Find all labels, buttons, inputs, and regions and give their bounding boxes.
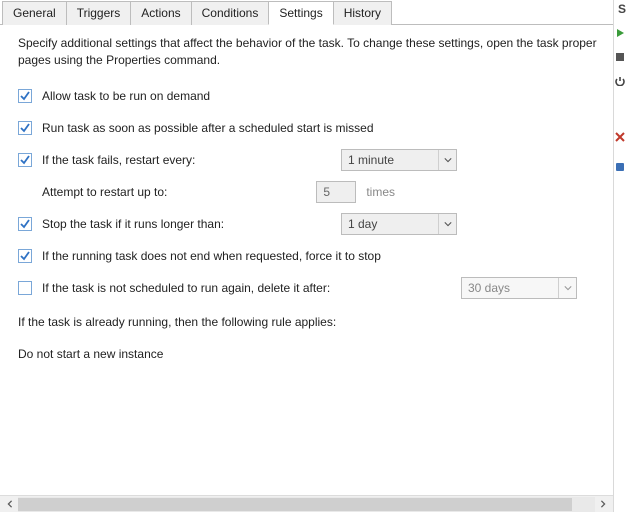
tab-actions[interactable]: Actions <box>130 1 191 25</box>
tab-settings[interactable]: Settings <box>268 1 333 25</box>
properties-icon[interactable] <box>614 160 626 174</box>
label-run-asap: Run task as soon as possible after a sch… <box>42 121 374 135</box>
tab-history[interactable]: History <box>333 1 392 25</box>
chevron-down-icon <box>438 150 456 170</box>
label-attempt: Attempt to restart up to: <box>42 185 167 199</box>
scroll-left-button[interactable] <box>2 497 18 512</box>
label-rule-value: Do not start a new instance <box>18 347 163 361</box>
label-restart-every: If the task fails, restart every: <box>42 153 195 167</box>
input-attempt-count[interactable]: 5 <box>316 181 356 203</box>
label-attempt-suffix: times <box>366 185 395 199</box>
cancel-icon[interactable] <box>614 130 626 144</box>
label-allow-demand: Allow task to be run on demand <box>42 89 210 103</box>
chevron-down-icon <box>438 214 456 234</box>
combo-restart-interval[interactable]: 1 minute <box>341 149 457 171</box>
scroll-right-button[interactable] <box>595 497 611 512</box>
settings-content: Specify additional settings that affect … <box>0 25 613 495</box>
checkbox-allow-demand[interactable] <box>18 89 32 103</box>
scroll-thumb[interactable] <box>18 498 572 511</box>
tab-conditions[interactable]: Conditions <box>191 1 270 25</box>
tab-general[interactable]: General <box>2 1 67 25</box>
chevron-down-icon <box>558 278 576 298</box>
label-stop-longer: Stop the task if it runs longer than: <box>42 217 224 231</box>
label-delete-after: If the task is not scheduled to run agai… <box>42 281 330 295</box>
intro-text: Specify additional settings that affect … <box>18 35 607 69</box>
right-strip: S <box>614 0 626 512</box>
combo-stop-duration[interactable]: 1 day <box>341 213 457 235</box>
tab-bar: General Triggers Actions Conditions Sett… <box>0 0 613 25</box>
checkbox-run-asap[interactable] <box>18 121 32 135</box>
stop-icon[interactable] <box>614 50 626 64</box>
horizontal-scrollbar[interactable] <box>0 495 613 512</box>
label-rule-intro: If the task is already running, then the… <box>18 315 336 329</box>
indent-spacer <box>18 185 32 199</box>
checkbox-stop-longer[interactable] <box>18 217 32 231</box>
checkbox-delete-after[interactable] <box>18 281 32 295</box>
tab-triggers[interactable]: Triggers <box>66 1 132 25</box>
off-icon[interactable] <box>614 74 626 88</box>
properties-panel: General Triggers Actions Conditions Sett… <box>0 0 614 512</box>
combo-delete-duration: 30 days <box>461 277 577 299</box>
checkbox-force-stop[interactable] <box>18 249 32 263</box>
play-icon[interactable] <box>614 26 626 40</box>
label-force-stop: If the running task does not end when re… <box>42 249 381 263</box>
right-strip-header: S <box>618 2 626 16</box>
scroll-track[interactable] <box>18 497 595 512</box>
checkbox-restart-every[interactable] <box>18 153 32 167</box>
